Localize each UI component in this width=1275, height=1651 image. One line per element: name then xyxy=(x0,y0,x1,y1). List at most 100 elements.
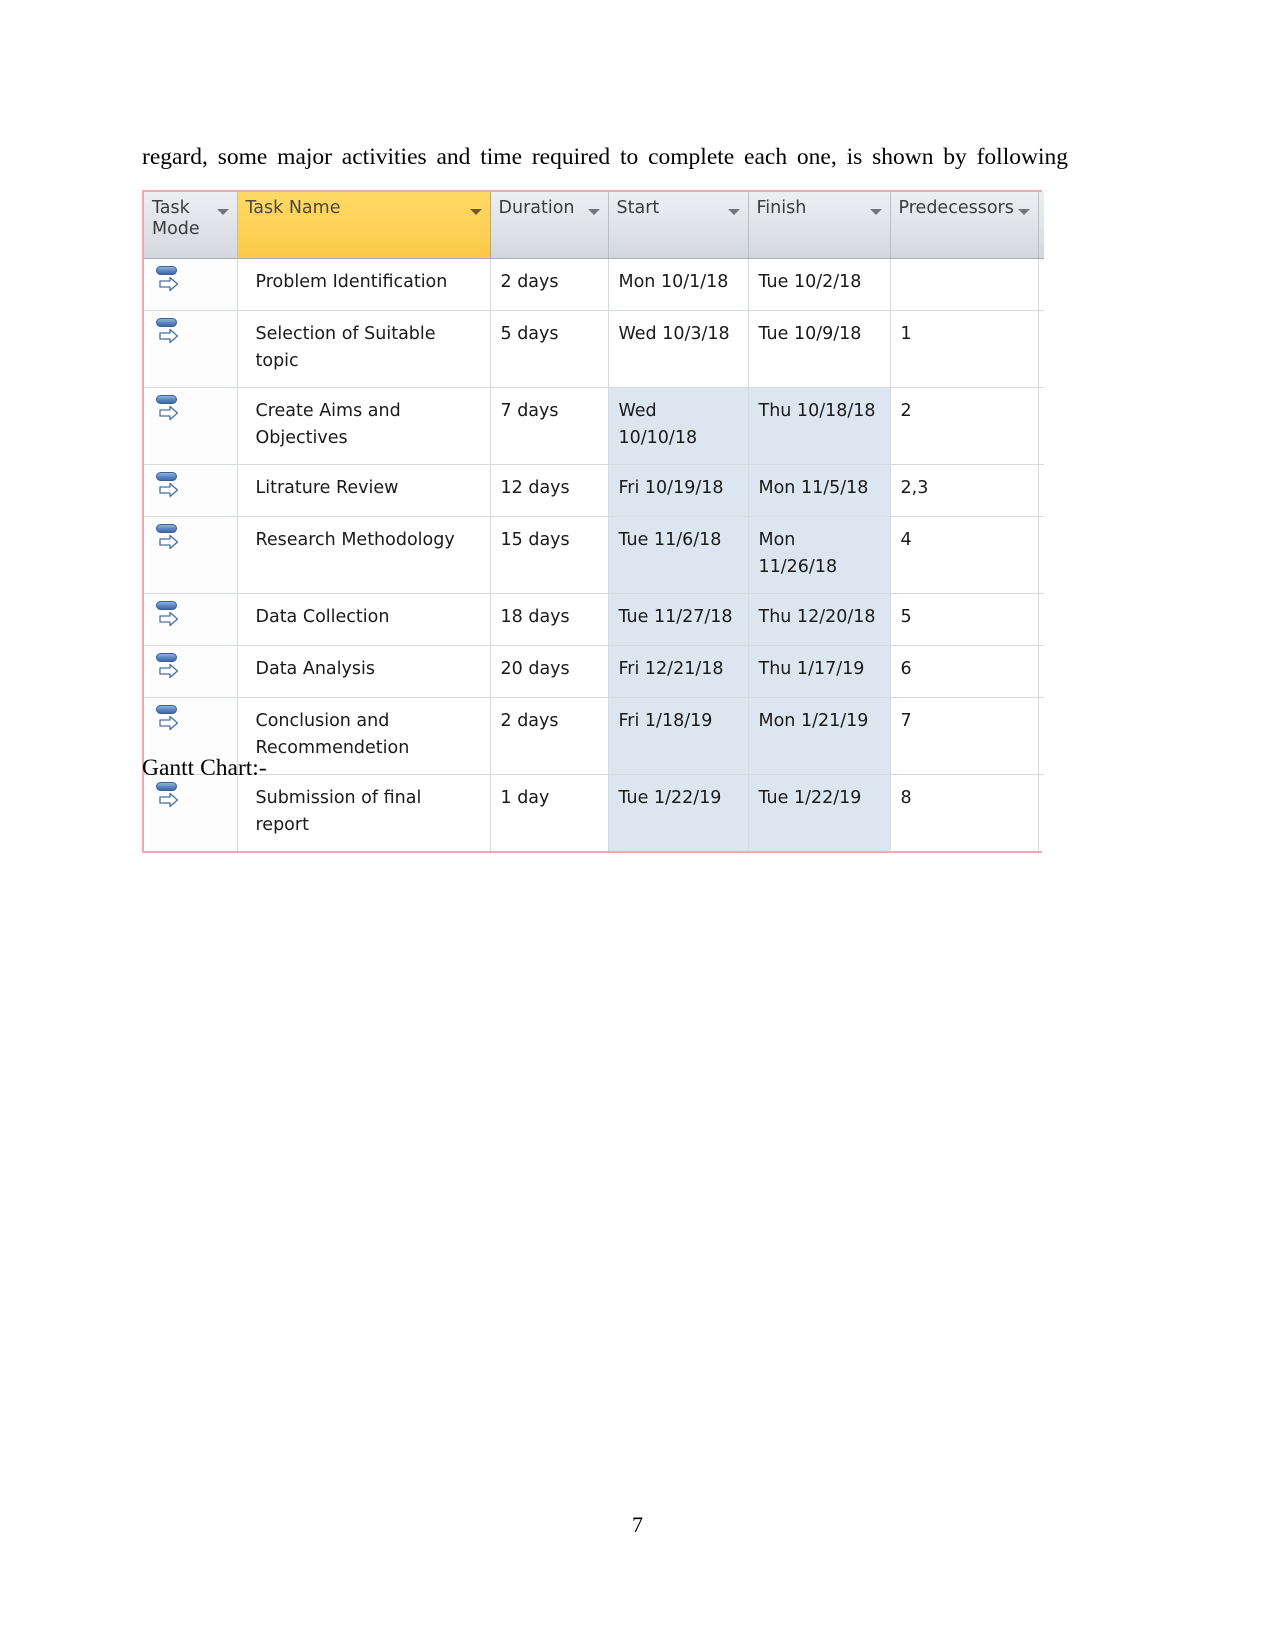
cell-finish[interactable]: Mon 11/26/18 xyxy=(748,516,891,594)
page-number: 7 xyxy=(632,1512,643,1537)
cell-task-mode[interactable] xyxy=(144,593,238,646)
auto-scheduled-icon xyxy=(156,394,182,424)
cell-start[interactable]: Tue 1/22/19 xyxy=(608,774,749,851)
auto-scheduled-icon xyxy=(156,600,182,630)
auto-scheduled-icon-bar xyxy=(156,705,177,714)
cell-predecessors[interactable] xyxy=(890,258,1039,311)
cell-task-name[interactable]: Selection of Suitable topic xyxy=(237,310,491,388)
auto-scheduled-icon xyxy=(156,704,182,734)
cell-predecessors[interactable]: 4 xyxy=(890,516,1039,594)
cell-finish[interactable]: Tue 1/22/19 xyxy=(748,774,891,851)
column-header-label: Finish xyxy=(756,198,807,218)
cell-task-mode[interactable] xyxy=(144,516,238,594)
table-row[interactable]: Problem Identification 2 days Mon 10/1/18 T… xyxy=(144,258,1044,311)
cell-duration[interactable]: 12 days xyxy=(490,464,609,517)
cell-duration[interactable]: 7 days xyxy=(490,387,609,465)
cell-overflow xyxy=(1038,464,1044,517)
cell-task-mode[interactable] xyxy=(144,310,238,388)
cell-duration[interactable]: 20 days xyxy=(490,645,609,698)
cell-predecessors[interactable]: 6 xyxy=(890,645,1039,698)
cell-task-name[interactable]: Data Analysis xyxy=(237,645,491,698)
cell-finish[interactable]: Mon 11/5/18 xyxy=(748,464,891,517)
cell-overflow xyxy=(1038,593,1044,646)
table-row[interactable]: Selection of Suitable topic 5 days Wed 10/… xyxy=(144,310,1044,388)
cell-task-name[interactable]: Conclusion and Recommendetion xyxy=(237,697,491,775)
project-task-table: Task Mode Task Name Duration Start Finish Pre… xyxy=(144,192,1044,851)
filter-dropdown-arrow-icon[interactable] xyxy=(469,209,482,215)
cell-task-name[interactable]: Problem Identification xyxy=(237,258,491,311)
table-row[interactable]: Submission of final report 1 day Tue 1/22/… xyxy=(144,774,1044,851)
cell-finish[interactable]: Thu 1/17/19 xyxy=(748,645,891,698)
table-row[interactable]: Data Analysis 20 days Fri 12/21/18 Thu 1/17… xyxy=(144,645,1044,698)
auto-scheduled-icon-bar xyxy=(156,601,177,610)
cell-task-name[interactable]: Litrature Review xyxy=(237,464,491,517)
cell-finish[interactable]: Mon 1/21/19 xyxy=(748,697,891,775)
cell-finish[interactable]: Tue 10/2/18 xyxy=(748,258,891,311)
document-page: regard, some major activities and time r… xyxy=(0,0,1275,1651)
filter-dropdown-arrow-icon[interactable] xyxy=(727,209,740,215)
auto-scheduled-icon-bar xyxy=(156,395,177,404)
cell-overflow xyxy=(1038,645,1044,698)
cell-overflow xyxy=(1038,387,1044,465)
column-header-task-mode[interactable]: Task Mode xyxy=(144,192,238,259)
cell-task-mode[interactable] xyxy=(144,258,238,311)
filter-dropdown-arrow-icon[interactable] xyxy=(216,209,229,215)
cell-duration[interactable]: 18 days xyxy=(490,593,609,646)
filter-dropdown-arrow-icon[interactable] xyxy=(869,209,882,215)
auto-scheduled-icon-arrow xyxy=(159,663,179,679)
cell-overflow xyxy=(1038,258,1044,311)
cell-task-mode[interactable] xyxy=(144,464,238,517)
column-header-predecessors[interactable]: Predecessors xyxy=(890,192,1039,259)
auto-scheduled-icon-bar xyxy=(156,653,177,662)
cell-task-name[interactable]: Research Methodology xyxy=(237,516,491,594)
cell-task-mode[interactable] xyxy=(144,645,238,698)
cell-start[interactable]: Mon 10/1/18 xyxy=(608,258,749,311)
filter-dropdown-arrow-icon[interactable] xyxy=(1017,209,1030,215)
table-row[interactable]: Litrature Review 12 days Fri 10/19/18 Mon 1… xyxy=(144,464,1044,517)
cell-task-mode[interactable] xyxy=(144,774,238,851)
cell-finish[interactable]: Tue 10/9/18 xyxy=(748,310,891,388)
cell-predecessors[interactable]: 2 xyxy=(890,387,1039,465)
cell-predecessors[interactable]: 8 xyxy=(890,774,1039,851)
table-row[interactable]: Create Aims and Objectives 7 days Wed 10/1… xyxy=(144,387,1044,465)
cell-duration[interactable]: 2 days xyxy=(490,258,609,311)
auto-scheduled-icon xyxy=(156,317,182,347)
cell-duration[interactable]: 2 days xyxy=(490,697,609,775)
cell-predecessors[interactable]: 5 xyxy=(890,593,1039,646)
cell-task-name[interactable]: Submission of final report xyxy=(237,774,491,851)
column-header-start[interactable]: Start xyxy=(608,192,749,259)
auto-scheduled-icon xyxy=(156,265,182,295)
table-row[interactable]: Conclusion and Recommendetion 2 days Fri 1… xyxy=(144,697,1044,775)
cell-duration[interactable]: 1 day xyxy=(490,774,609,851)
column-header-finish[interactable]: Finish xyxy=(748,192,891,259)
auto-scheduled-icon xyxy=(156,523,182,553)
table-row[interactable]: Research Methodology 15 days Tue 11/6/18 Mo… xyxy=(144,516,1044,594)
cell-start[interactable]: Fri 1/18/19 xyxy=(608,697,749,775)
cell-start[interactable]: Wed 10/3/18 xyxy=(608,310,749,388)
cell-start[interactable]: Tue 11/6/18 xyxy=(608,516,749,594)
cell-start[interactable]: Tue 11/27/18 xyxy=(608,593,749,646)
cell-finish[interactable]: Thu 10/18/18 xyxy=(748,387,891,465)
column-header-task-name[interactable]: Task Name xyxy=(237,192,491,259)
auto-scheduled-icon-arrow xyxy=(159,276,179,292)
filter-dropdown-arrow-icon[interactable] xyxy=(587,209,600,215)
auto-scheduled-icon-arrow xyxy=(159,405,179,421)
ms-project-table-screenshot: Task Mode Task Name Duration Start Finish Pre… xyxy=(142,190,1044,853)
cell-start[interactable]: Fri 10/19/18 xyxy=(608,464,749,517)
cell-duration[interactable]: 5 days xyxy=(490,310,609,388)
auto-scheduled-icon xyxy=(156,781,182,811)
cell-task-name[interactable]: Create Aims and Objectives xyxy=(237,387,491,465)
cell-task-mode[interactable] xyxy=(144,387,238,465)
table-row[interactable]: Data Collection 18 days Tue 11/27/18 Thu 12… xyxy=(144,593,1044,646)
cell-start[interactable]: Wed 10/10/18 xyxy=(608,387,749,465)
column-header-duration[interactable]: Duration xyxy=(490,192,609,259)
auto-scheduled-icon-bar xyxy=(156,318,177,327)
cell-task-name[interactable]: Data Collection xyxy=(237,593,491,646)
cell-duration[interactable]: 15 days xyxy=(490,516,609,594)
cell-predecessors[interactable]: 7 xyxy=(890,697,1039,775)
gantt-chart-caption: Gantt Chart:- xyxy=(142,755,267,781)
cell-predecessors[interactable]: 2,3 xyxy=(890,464,1039,517)
cell-predecessors[interactable]: 1 xyxy=(890,310,1039,388)
cell-finish[interactable]: Thu 12/20/18 xyxy=(748,593,891,646)
cell-start[interactable]: Fri 12/21/18 xyxy=(608,645,749,698)
